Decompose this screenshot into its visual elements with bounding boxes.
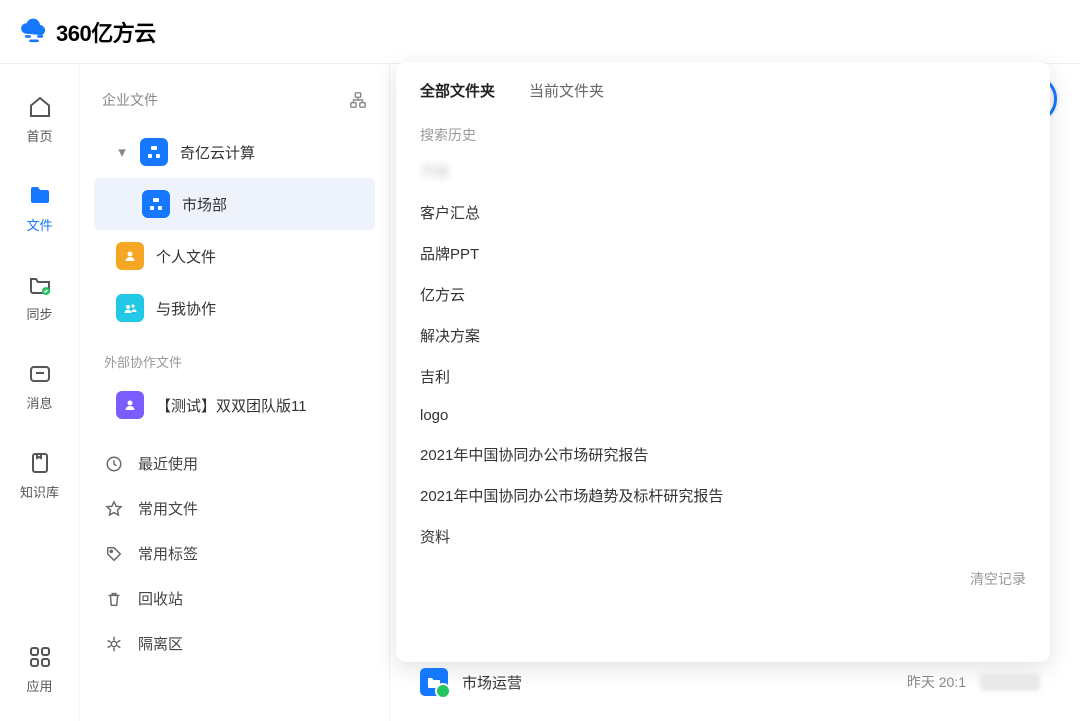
tree-item-label: 【测试】双双团队版11 [156,395,307,416]
history-item[interactable]: 品牌PPT [420,233,1026,274]
history-item[interactable]: 2021年中国协同办公市场研究报告 [420,434,1026,475]
trash-icon [104,589,124,609]
history-item[interactable]: 汽车 [420,151,1026,192]
tree-personal[interactable]: 个人文件 [94,230,375,282]
org-chart-icon[interactable] [349,91,367,109]
tree-item-label: 个人文件 [156,246,216,267]
tree-recent[interactable]: 最近使用 [94,441,375,486]
tree-item-label: 回收站 [138,588,183,609]
quarantine-icon [104,634,124,654]
tree-item-label: 与我协作 [156,298,216,319]
tab-all-folders[interactable]: 全部文件夹 [420,80,495,101]
brand-logo: 360亿方云 [20,16,156,48]
history-item[interactable]: 2021年中国协同办公市场趋势及标杆研究报告 [420,475,1026,516]
shared-folder-icon [116,294,144,322]
nav-files[interactable]: 文件 [0,183,79,234]
history-item[interactable]: 客户汇总 [420,192,1026,233]
nav-home[interactable]: 首页 [0,94,79,145]
caret-down-icon: ▾ [116,143,128,161]
folder-shared-icon [420,668,448,696]
nav-messages[interactable]: 消息 [0,361,79,412]
search-history-label: 搜索历史 [420,113,1026,151]
tree-shared[interactable]: 与我协作 [94,282,375,334]
tree-item-label: 最近使用 [138,453,198,474]
tree-header-label: 企业文件 [102,90,158,110]
file-row[interactable]: 市场运营 昨天 20:1 [420,668,1040,696]
file-time: 昨天 20:1 [907,672,966,692]
star-icon [104,499,124,519]
tree-org-root[interactable]: ▾ 奇亿云计算 [94,126,375,178]
tree-item-label: 市场部 [182,194,227,215]
tree-item-label: 隔离区 [138,633,183,654]
apps-icon [27,644,53,670]
history-item[interactable]: 亿方云 [420,274,1026,315]
org-folder-icon [140,138,168,166]
brand-name: 360亿方云 [56,16,156,48]
tree-item-label: 常用文件 [138,498,198,519]
cloud-logo-icon [20,18,48,46]
file-name: 市场运营 [462,672,522,693]
tree-item-label: 常用标签 [138,543,198,564]
clear-history-button[interactable]: 清空记录 [970,557,1026,589]
org-folder-icon [142,190,170,218]
external-folder-icon [116,391,144,419]
message-icon [27,361,53,387]
nav-sync[interactable]: 同步 [0,272,79,323]
tree-org-child[interactable]: 市场部 [94,178,375,230]
history-item[interactable]: logo [420,397,1026,434]
nav-apps[interactable]: 应用 [0,644,79,695]
person-folder-icon [116,242,144,270]
tree-trash[interactable]: 回收站 [94,576,375,621]
history-item[interactable]: 解决方案 [420,315,1026,356]
nav-rail: 首页 文件 同步 消息 知识库 [0,64,80,721]
history-item[interactable]: 吉利 [420,356,1026,397]
home-icon [27,94,53,120]
folder-icon [27,183,53,209]
tree-tags[interactable]: 常用标签 [94,531,375,576]
tree-quarantine[interactable]: 隔离区 [94,621,375,666]
history-item[interactable]: 资料 [420,516,1026,557]
search-dropdown: 全部文件夹 当前文件夹 搜索历史 汽车 客户汇总 品牌PPT 亿方云 解决方案 … [396,62,1050,662]
tree-starred[interactable]: 常用文件 [94,486,375,531]
book-icon [27,450,53,476]
sync-icon [27,272,53,298]
search-history-list: 汽车 客户汇总 品牌PPT 亿方云 解决方案 吉利 logo 2021年中国协同… [420,151,1026,557]
tag-icon [104,544,124,564]
nav-knowledge[interactable]: 知识库 [0,450,79,501]
tree-item-label: 奇亿云计算 [180,142,255,163]
tree-section-external: 外部协作文件 [94,334,375,379]
clock-icon [104,454,124,474]
tab-current-folder[interactable]: 当前文件夹 [529,80,604,101]
folder-tree-panel: 企业文件 ▾ 奇亿云计算 市场部 [80,64,390,721]
redacted-cell [980,673,1040,691]
tree-external-item[interactable]: 【测试】双双团队版11 [94,379,375,431]
